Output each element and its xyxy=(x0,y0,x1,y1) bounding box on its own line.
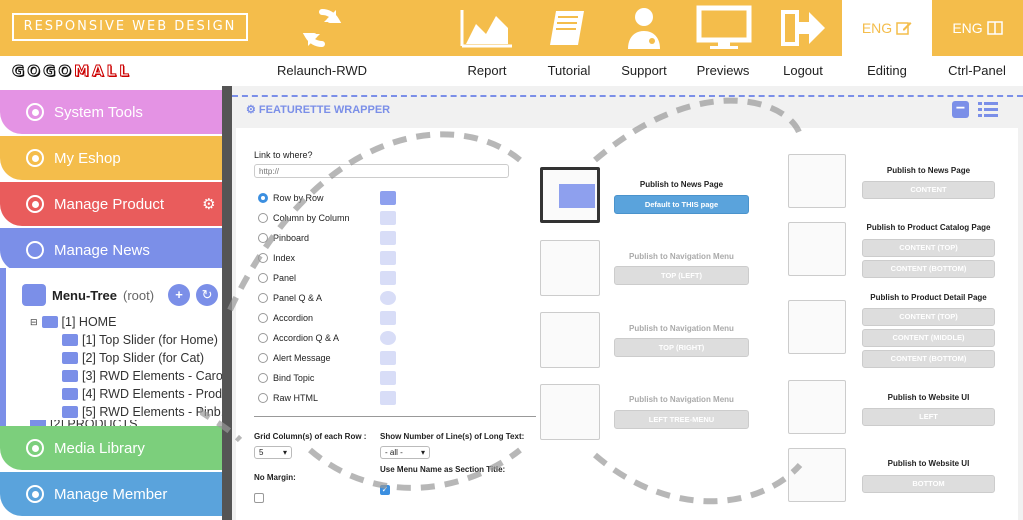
refresh-icon[interactable] xyxy=(292,4,352,52)
circle-icon xyxy=(26,485,44,503)
circle-icon xyxy=(26,195,44,213)
sidebar-item-label: Media Library xyxy=(54,439,145,457)
folder-icon xyxy=(62,406,78,418)
tutorial-arrows xyxy=(200,97,803,505)
tree-row-label: [1] HOME xyxy=(61,315,117,329)
folder-icon xyxy=(62,352,78,364)
sidebar-item-system-tools[interactable]: System Tools xyxy=(0,90,222,134)
sidebar-item-label: Manage News xyxy=(54,241,150,259)
tab-ctrl-panel[interactable]: ENG xyxy=(932,0,1023,56)
menu-tree-title: Menu-Tree (root) + ↻ xyxy=(22,284,219,306)
tree-row[interactable]: [2] Top Slider (for Cat) xyxy=(62,351,204,365)
folder-icon xyxy=(41,316,58,328)
sidebar-item-manage-news[interactable]: Manage News xyxy=(0,228,222,272)
circle-icon xyxy=(26,103,44,121)
tree-row[interactable]: [1] Top Slider (for Home) xyxy=(62,333,218,347)
folder-icon xyxy=(62,334,78,346)
tree-row-label: [1] Top Slider (for Home) xyxy=(82,333,218,347)
sidebar-item-manage-product[interactable]: Manage Product ⚙ xyxy=(0,182,222,226)
tree-row-label: [2] Top Slider (for Cat) xyxy=(82,351,205,365)
folder-icon xyxy=(62,370,78,382)
nav-ctrl-panel[interactable]: Ctrl-Panel xyxy=(927,63,1023,78)
sidebar-item-media-library[interactable]: Media Library xyxy=(0,426,222,470)
add-icon[interactable]: + xyxy=(168,284,191,306)
folder-icon xyxy=(62,388,78,400)
doctor-icon[interactable] xyxy=(614,4,674,52)
menu-tree-suffix: (root) xyxy=(123,287,155,303)
sidebar-item-manage-member[interactable]: Manage Member xyxy=(0,472,222,516)
sidebar-item-label: Manage Member xyxy=(54,485,168,503)
sidebar-item-label: System Tools xyxy=(54,103,143,121)
circle-icon xyxy=(26,241,44,259)
monitor-icon[interactable] xyxy=(694,4,754,52)
panel-icon xyxy=(986,21,1003,35)
edit-icon xyxy=(896,22,912,35)
sidebar-item-label: Manage Product xyxy=(54,195,165,213)
brand-logo: GOGOMALL xyxy=(12,62,132,81)
circle-icon xyxy=(26,439,44,457)
nav-relaunch[interactable]: Relaunch-RWD xyxy=(272,63,372,78)
site-label: RESPONSIVE WEB DESIGN xyxy=(12,13,248,41)
area-chart-icon[interactable] xyxy=(456,4,516,52)
menu-tree-label: Menu-Tree xyxy=(52,287,118,303)
sidebar-item-label: My Eshop xyxy=(54,149,121,167)
logout-arrow-icon[interactable] xyxy=(773,4,833,52)
eng-ctrl-label: ENG xyxy=(952,20,983,36)
sidebar-item-my-eshop[interactable]: My Eshop xyxy=(0,136,222,180)
circle-icon xyxy=(26,149,44,167)
nav-editing[interactable]: Editing xyxy=(837,63,937,78)
camera-icon xyxy=(22,284,46,306)
tab-editing[interactable]: ENG xyxy=(842,0,932,56)
book-icon[interactable] xyxy=(539,4,599,52)
tree-row[interactable]: ⊟ [1] HOME xyxy=(30,315,116,329)
eng-editing-label: ENG xyxy=(861,20,893,36)
